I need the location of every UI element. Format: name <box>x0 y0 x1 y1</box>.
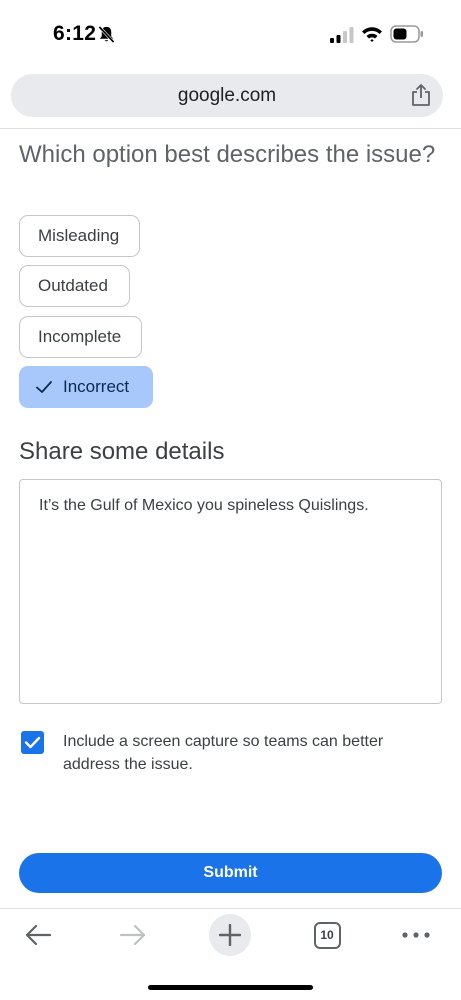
option-incomplete[interactable]: Incomplete <box>19 316 142 358</box>
submit-button[interactable]: Submit <box>19 853 442 893</box>
share-icon[interactable] <box>410 83 432 107</box>
plus-icon <box>219 924 241 946</box>
checkbox-check-icon <box>24 736 41 749</box>
divider <box>0 128 461 129</box>
option-label: Incorrect <box>63 377 130 396</box>
tabs-icon: 10 <box>313 921 341 949</box>
include-capture-label[interactable]: Include a screen capture so teams can be… <box>63 730 423 776</box>
details-title: Share some details <box>19 438 225 465</box>
wifi-icon <box>362 27 382 42</box>
back-button[interactable] <box>18 914 58 956</box>
more-icon <box>402 932 430 938</box>
forward-arrow-icon <box>119 924 146 946</box>
forward-button[interactable] <box>113 914 153 956</box>
tabs-button[interactable]: 10 <box>312 914 342 956</box>
address-bar[interactable]: google.com <box>11 74 443 117</box>
option-label: Misleading <box>38 226 120 245</box>
include-capture-checkbox[interactable] <box>21 731 44 754</box>
option-label: Incomplete <box>38 327 122 346</box>
option-label: Outdated <box>38 276 108 295</box>
bell-slash-icon <box>98 25 115 44</box>
new-tab-button[interactable] <box>209 914 251 956</box>
more-button[interactable] <box>396 914 436 956</box>
cellular-signal-icon <box>330 27 354 43</box>
status-bar: 6:12 <box>0 0 461 64</box>
back-arrow-icon <box>25 924 52 946</box>
option-misleading[interactable]: Misleading <box>19 215 140 257</box>
details-textarea[interactable]: It’s the Gulf of Mexico you spineless Qu… <box>19 479 442 704</box>
home-indicator <box>148 985 313 990</box>
battery-icon <box>390 25 423 43</box>
question-title: Which option best describes the issue? <box>19 141 436 168</box>
status-time: 6:12 <box>53 22 97 45</box>
toolbar-divider <box>0 908 461 909</box>
tab-count: 10 <box>320 928 334 942</box>
checkmark-icon <box>36 381 52 393</box>
option-outdated[interactable]: Outdated <box>19 265 130 307</box>
url-text: google.com <box>177 85 277 106</box>
option-incorrect[interactable]: Incorrect <box>19 366 153 408</box>
